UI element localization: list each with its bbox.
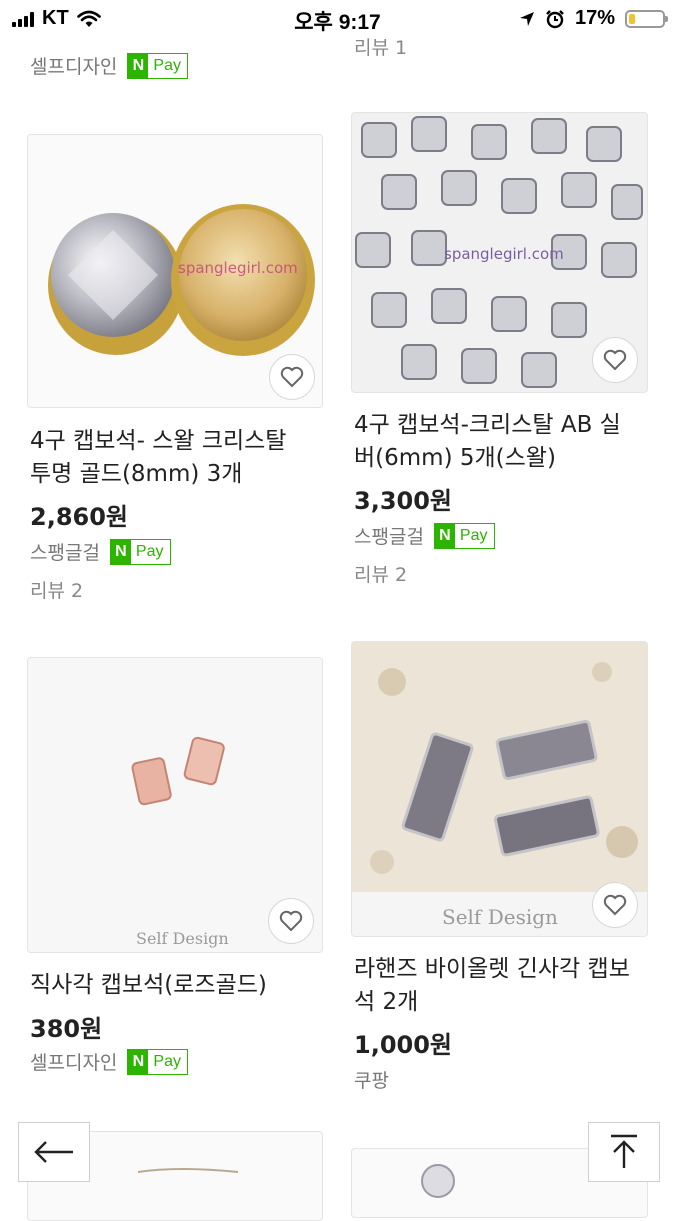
product-seller: 셀프디자인 N Pay — [30, 1048, 188, 1075]
wishlist-button[interactable] — [592, 337, 638, 383]
seller-name: 셀프디자인 — [30, 56, 118, 78]
title-line: 4구 캡보석-크리스탈 AB 실 — [354, 412, 621, 438]
n-icon: N — [128, 53, 149, 78]
status-bar: KT 오후 9:17 17% — [0, 0, 675, 36]
heart-icon — [280, 366, 304, 388]
product-price: 3,300원 — [354, 487, 452, 515]
svg-text:Self Design: Self Design — [136, 929, 229, 948]
location-icon — [519, 11, 534, 26]
product-title[interactable]: 4구 캡보석-크리스탈 AB 실 버(6mm) 5개(스왈) — [354, 409, 621, 475]
product-image[interactable]: spanglegirl.com — [351, 112, 648, 393]
title-line: 라핸즈 바이올렛 긴사각 캡보 — [354, 956, 630, 982]
seller-name: 스팽글걸 — [354, 526, 424, 548]
product-review[interactable]: 리뷰 2 — [354, 560, 407, 587]
seller-name: 스팽글걸 — [30, 542, 100, 564]
product-seller: 쿠팡 — [354, 1066, 389, 1093]
arrow-up-to-top-icon — [611, 1134, 637, 1168]
n-icon: N — [128, 1049, 149, 1074]
n-icon: N — [434, 523, 455, 548]
title-line: 직사각 캡보석(로즈골드) — [30, 972, 267, 998]
product-seller: 스팽글걸 N Pay — [354, 522, 495, 549]
npay-badge: N Pay — [127, 1048, 188, 1075]
scroll-top-button[interactable] — [588, 1122, 660, 1182]
title-line: 투명 골드(8mm) 3개 — [30, 461, 243, 487]
wishlist-button[interactable] — [592, 882, 638, 928]
product-price: 380원 — [30, 1015, 103, 1043]
seller-name: 셀프디자인 — [30, 1052, 118, 1074]
product-price: 1,000원 — [354, 1031, 452, 1059]
alarm-icon — [546, 9, 564, 28]
product-title[interactable]: 직사각 캡보석(로즈골드) — [30, 969, 267, 1002]
product-review[interactable]: 리뷰 2 — [30, 576, 83, 603]
partial-review: 리뷰 1 — [354, 37, 408, 59]
wishlist-button[interactable] — [269, 354, 315, 400]
heart-icon — [603, 894, 627, 916]
seller-name: 쿠팡 — [354, 1070, 389, 1092]
heart-icon — [279, 910, 303, 932]
battery-percent: 17% — [574, 7, 615, 29]
product-image[interactable]: Self Design — [351, 641, 648, 937]
product-image[interactable]: spanglegirl.com — [27, 134, 323, 408]
product-price: 2,860원 — [30, 503, 128, 531]
battery-fill — [629, 13, 635, 24]
partial-seller: 셀프디자인 N Pay — [30, 52, 188, 79]
svg-text:Self Design: Self Design — [442, 905, 558, 929]
title-line: 석 2개 — [354, 989, 419, 1015]
title-line: 4구 캡보석- 스왈 크리스탈 — [30, 428, 287, 454]
svg-text:spanglegirl.com: spanglegirl.com — [444, 245, 564, 263]
npay-badge: N Pay — [109, 538, 171, 565]
svg-text:spanglegirl.com: spanglegirl.com — [178, 259, 298, 277]
n-icon: N — [110, 539, 131, 564]
npay-badge: N Pay — [127, 52, 188, 79]
product-title[interactable]: 4구 캡보석- 스왈 크리스탈 투명 골드(8mm) 3개 — [30, 425, 286, 491]
battery-icon — [625, 9, 668, 28]
product-title[interactable]: 라핸즈 바이올렛 긴사각 캡보 석 2개 — [354, 953, 630, 1019]
wishlist-button[interactable] — [268, 898, 314, 944]
npay-badge: N Pay — [433, 522, 495, 549]
heart-icon — [603, 349, 627, 371]
status-right: 17% — [519, 7, 668, 30]
product-seller: 스팽글걸 N Pay — [30, 538, 171, 565]
back-button[interactable] — [18, 1122, 90, 1182]
title-line: 버(6mm) 5개(스왈) — [354, 445, 556, 471]
product-image[interactable]: Self Design — [27, 657, 323, 953]
arrow-left-icon — [34, 1141, 73, 1163]
